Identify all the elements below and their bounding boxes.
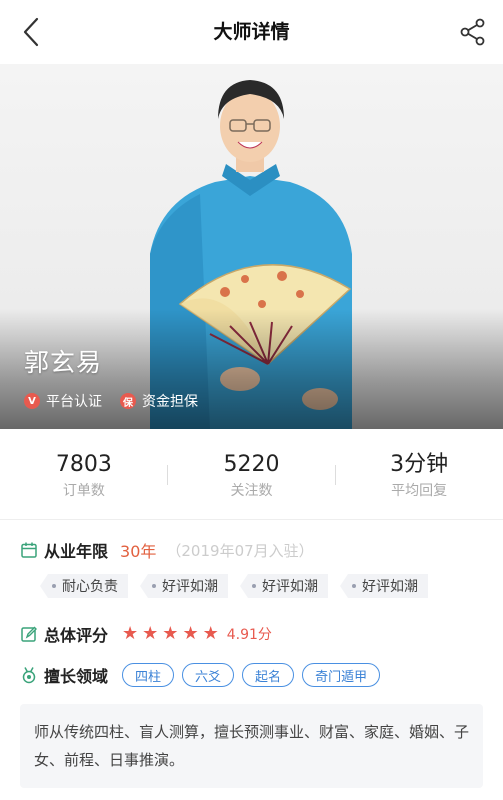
stat-divider bbox=[335, 465, 336, 485]
platform-certified-badge: V 平台认证 bbox=[24, 391, 102, 411]
star-icon: ★ bbox=[202, 623, 219, 644]
medal-icon bbox=[20, 666, 38, 684]
trait-tag: 好评如潮 bbox=[140, 574, 228, 598]
stat-label: 订单数 bbox=[62, 483, 105, 499]
share-icon bbox=[460, 18, 485, 46]
specialty-title: 擅长领域 bbox=[44, 667, 109, 686]
section-divider bbox=[0, 519, 503, 520]
star-rating: ★ ★ ★ ★ ★ 4.91分 bbox=[122, 624, 272, 644]
star-icon: ★ bbox=[182, 623, 199, 644]
rating-title: 总体评分 bbox=[44, 626, 109, 645]
v-badge-icon: V bbox=[24, 393, 40, 409]
trait-tag: 好评如潮 bbox=[340, 574, 428, 598]
master-photo: 郭玄易 V 平台认证 保 资金担保 bbox=[0, 64, 503, 429]
stat-reply-time: 3分钟 平均回复 bbox=[335, 429, 503, 519]
stat-value: 7803 bbox=[55, 452, 112, 477]
star-icon: ★ bbox=[122, 623, 139, 644]
star-icon: ★ bbox=[162, 623, 179, 644]
share-button[interactable] bbox=[455, 14, 491, 50]
specialty-row: 擅长领域 四柱 六爻 起名 奇门遁甲 bbox=[20, 663, 388, 687]
stat-label: 平均回复 bbox=[391, 483, 448, 499]
edit-icon bbox=[20, 625, 38, 643]
nav-header: 大师详情 bbox=[0, 0, 503, 64]
stats-bar: 7803 订单数 5220 关注数 3分钟 平均回复 bbox=[0, 429, 503, 519]
stat-label: 关注数 bbox=[230, 483, 273, 499]
page-title: 大师详情 bbox=[213, 21, 290, 43]
experience-row: 从业年限 30年 （2019年07月入驻） bbox=[20, 538, 314, 562]
joined-date: （2019年07月入驻） bbox=[166, 541, 314, 560]
trait-tag: 耐心负责 bbox=[40, 574, 128, 598]
calendar-icon bbox=[20, 541, 38, 559]
badge-label: 资金担保 bbox=[142, 394, 198, 410]
trait-tag: 好评如潮 bbox=[240, 574, 328, 598]
master-description: 师从传统四柱、盲人测算，擅长预测事业、财富、家庭、婚姻、子女、前程、日事推演。 bbox=[20, 704, 483, 788]
experience-years: 30年 bbox=[120, 542, 157, 561]
skill-tag[interactable]: 起名 bbox=[242, 663, 295, 687]
stat-value: 5220 bbox=[223, 452, 280, 477]
skill-tag[interactable]: 六爻 bbox=[182, 663, 235, 687]
skill-tag[interactable]: 四柱 bbox=[122, 663, 175, 687]
trait-tags: 耐心负责 好评如潮 好评如潮 好评如潮 bbox=[40, 574, 440, 598]
stat-value: 3分钟 bbox=[390, 452, 449, 477]
stat-divider bbox=[167, 465, 168, 485]
skill-tags: 四柱 六爻 起名 奇门遁甲 bbox=[122, 663, 388, 687]
master-name: 郭玄易 bbox=[24, 348, 103, 377]
badge-label: 平台认证 bbox=[46, 394, 102, 410]
rating-row: 总体评分 ★ ★ ★ ★ ★ 4.91分 bbox=[20, 622, 272, 646]
skill-tag[interactable]: 奇门遁甲 bbox=[302, 663, 381, 687]
fund-guarantee-badge: 保 资金担保 bbox=[120, 391, 198, 411]
guarantee-badge-icon: 保 bbox=[120, 393, 136, 409]
experience-title: 从业年限 bbox=[44, 542, 109, 561]
stat-orders: 7803 订单数 bbox=[0, 429, 168, 519]
rating-score: 4.91分 bbox=[226, 627, 272, 643]
stat-followers: 5220 关注数 bbox=[168, 429, 336, 519]
star-icon: ★ bbox=[142, 623, 159, 644]
